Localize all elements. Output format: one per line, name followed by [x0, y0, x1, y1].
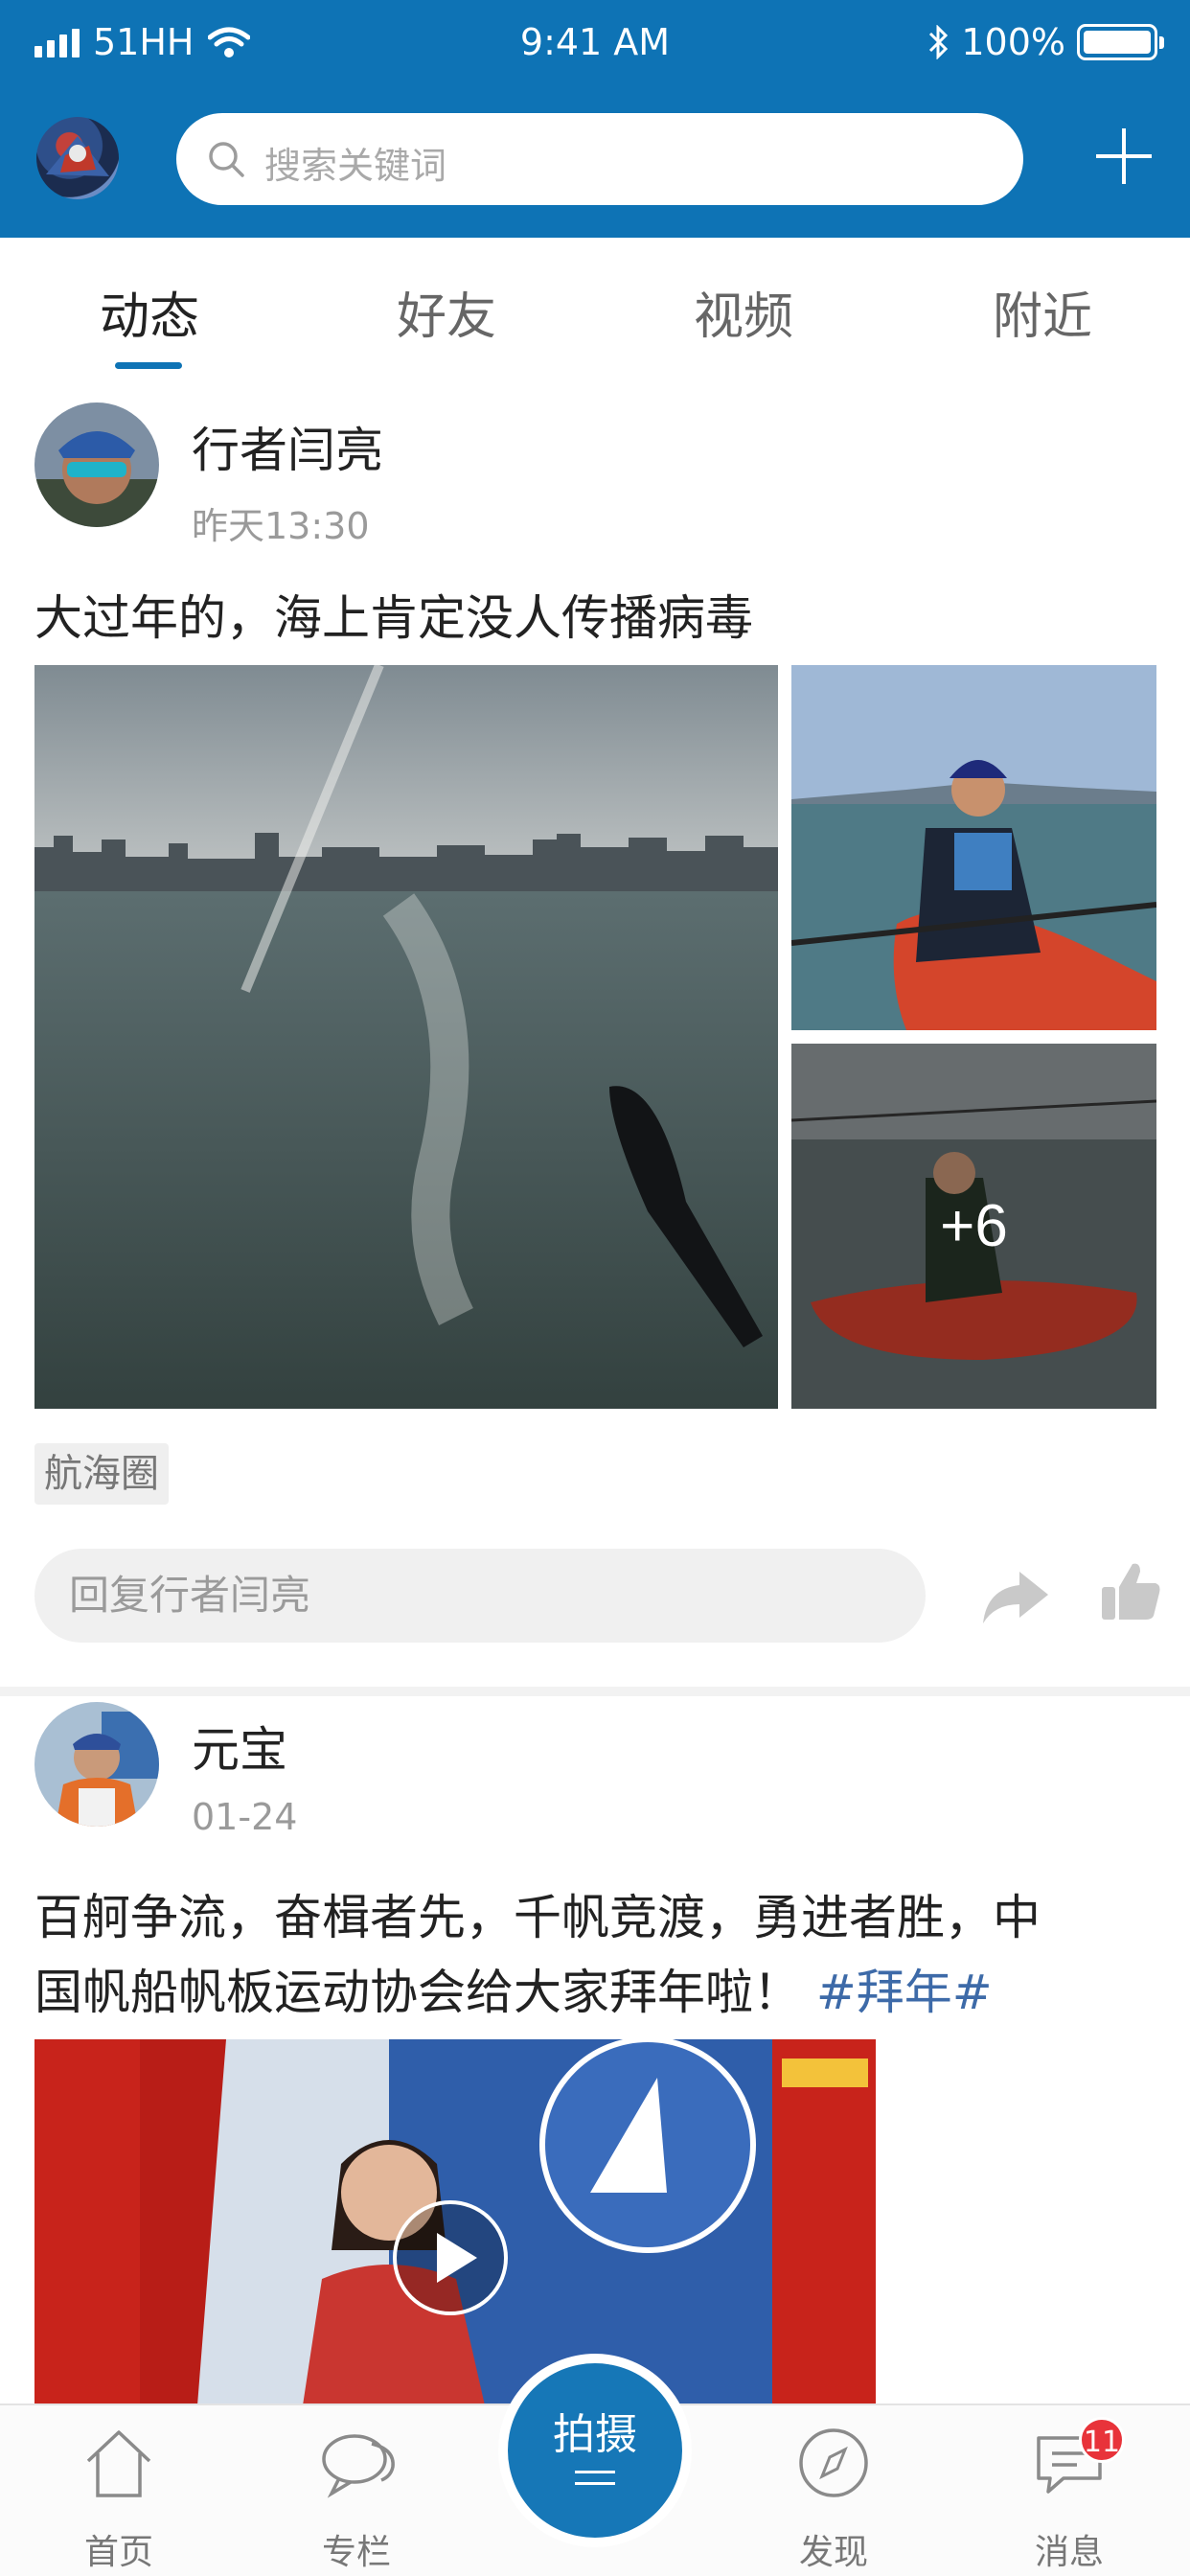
post-photo[interactable]	[34, 665, 778, 1409]
search-placeholder: 搜索关键词	[264, 145, 447, 187]
tab-friends[interactable]: 好友	[351, 276, 542, 348]
hashtag-link[interactable]: #拜年#	[816, 1965, 993, 2020]
post-text-body: 国帆船帆板运动协会给大家拜年啦！	[34, 1965, 801, 2020]
battery-icon	[1077, 24, 1164, 60]
more-photos-count: +6	[791, 1044, 1156, 1409]
post-time: 01-24	[192, 1796, 298, 1838]
nav-home-label: 首页	[83, 2533, 153, 2572]
post-author[interactable]: 行者闫亮	[192, 412, 383, 481]
plus-icon[interactable]	[1096, 128, 1152, 184]
post-video[interactable]	[34, 2039, 876, 2405]
chat-bubbles-icon	[322, 2434, 395, 2498]
post-text-line: 国帆船帆板运动协会给大家拜年啦！ #拜年#	[34, 1955, 1156, 2030]
feed-tabs: 动态 好友 视频 附近	[0, 238, 1190, 372]
share-icon[interactable]	[979, 1566, 1052, 1627]
post-time: 昨天13:30	[192, 505, 370, 547]
like-icon[interactable]	[1100, 1560, 1161, 1623]
post-text: 百舸争流，奋楫者先，千帆竞渡，勇进者胜，中 国帆船帆板运动协会给大家拜年啦！ #…	[34, 1880, 1156, 2030]
tab-nearby[interactable]: 附近	[947, 276, 1138, 348]
topic-tag[interactable]: 航海圈	[34, 1443, 169, 1505]
reply-input[interactable]: 回复行者闫亮	[34, 1549, 926, 1643]
post-text-line: 百舸争流，奋楫者先，千帆竞渡，勇进者胜，中	[34, 1890, 1041, 1945]
status-bar: 51HH 9:41 AM 100%	[0, 0, 1190, 86]
shoot-button[interactable]: 拍摄	[498, 2354, 692, 2547]
battery-percent: 100%	[961, 21, 1065, 63]
feed-post: 行者闫亮 昨天13:30 大过年的，海上肯定没人传播病毒 +6 航海圈 回复行者…	[0, 372, 1190, 1675]
unread-badge: 11	[1079, 2417, 1125, 2463]
post-author[interactable]: 元宝	[192, 1712, 287, 1781]
avatar[interactable]	[34, 1702, 159, 1827]
home-icon	[86, 2430, 151, 2497]
feed-post: 元宝 01-24 百舸争流，奋楫者先，千帆竞渡，勇进者胜，中 国帆船帆板运动协会…	[0, 1696, 1190, 2405]
menu-lines-icon	[575, 2471, 615, 2473]
tab-videos[interactable]: 视频	[648, 276, 839, 348]
active-tab-indicator	[115, 362, 182, 369]
search-bar[interactable]: 搜索关键词	[176, 113, 1023, 205]
user-avatar[interactable]	[36, 117, 119, 199]
tab-dynamic[interactable]: 动态	[54, 276, 245, 348]
nav-discover-label: 发现	[798, 2533, 868, 2572]
post-text: 大过年的，海上肯定没人传播病毒	[34, 590, 753, 646]
shoot-label: 拍摄	[553, 2410, 637, 2459]
top-header: 51HH 9:41 AM 100% 搜索关键词	[0, 0, 1190, 238]
post-photo[interactable]	[791, 665, 1156, 1030]
play-icon[interactable]	[391, 2198, 510, 2317]
nav-messages-label: 消息	[1034, 2533, 1104, 2572]
post-divider	[0, 1687, 1190, 1696]
post-photo-more[interactable]: +6	[791, 1044, 1156, 1409]
compass-icon	[799, 2428, 868, 2497]
nav-column-label: 专栏	[321, 2533, 391, 2572]
avatar[interactable]	[34, 402, 159, 527]
bluetooth-icon	[929, 25, 949, 59]
search-icon	[209, 142, 244, 177]
